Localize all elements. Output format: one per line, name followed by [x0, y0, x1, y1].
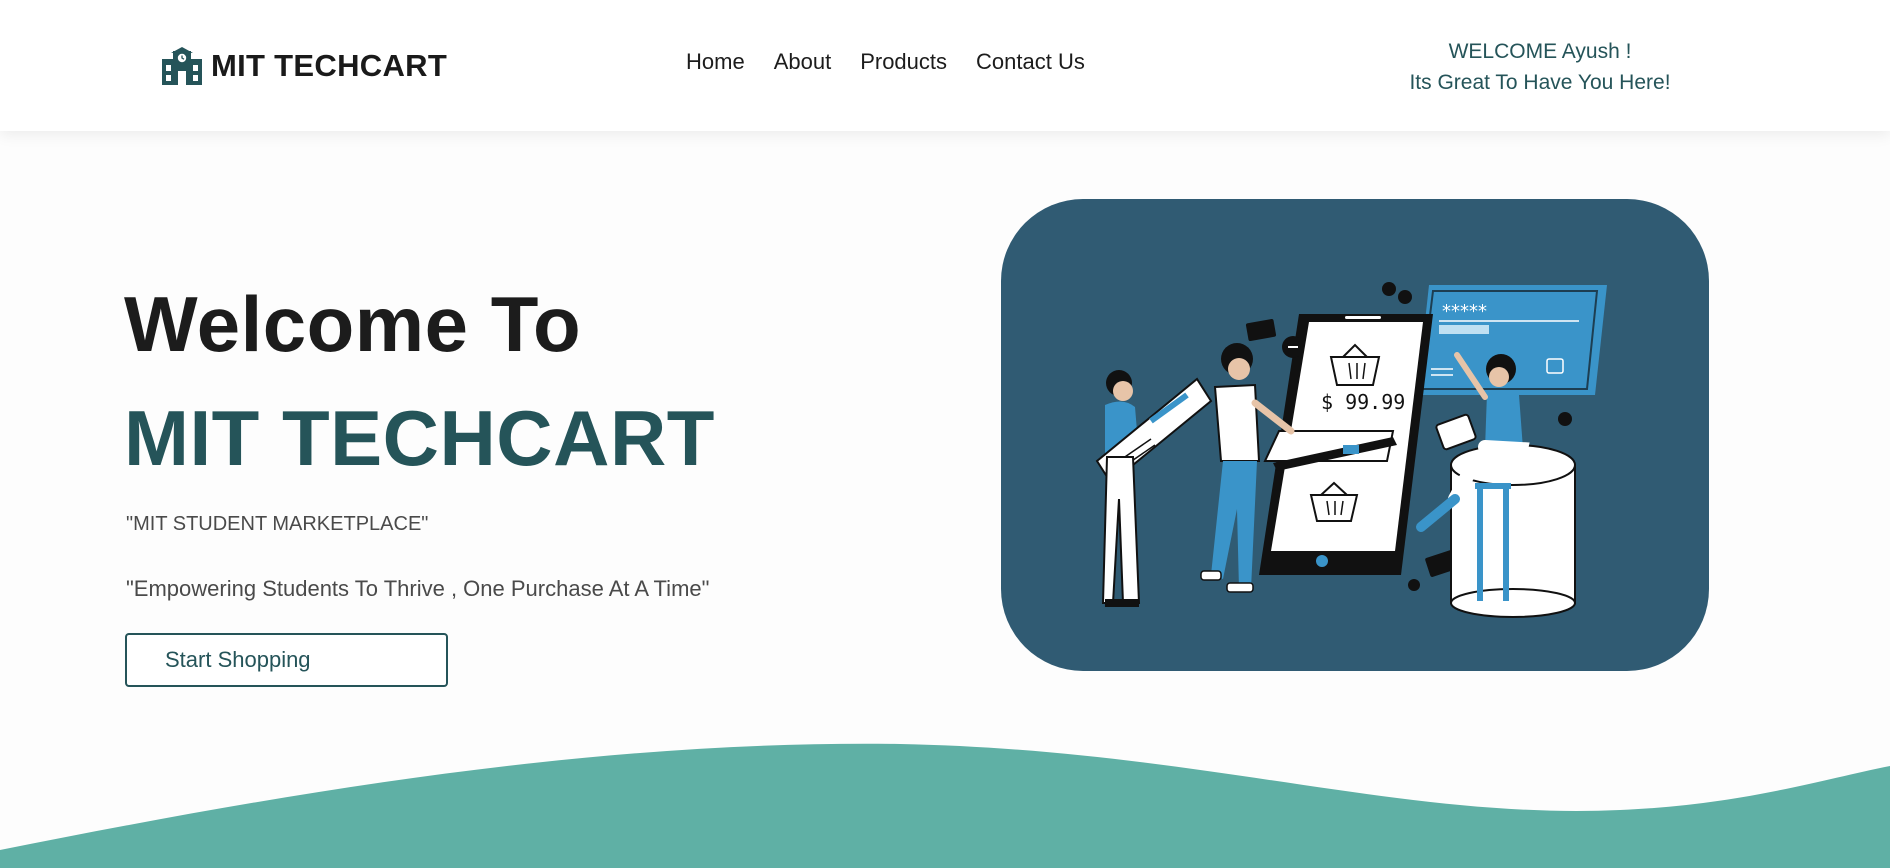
nav-link-contact-us[interactable]: Contact Us — [976, 49, 1085, 75]
user-greeting: WELCOME Ayush ! Its Great To Have You He… — [1360, 36, 1720, 98]
hero-illustration: ***** $ 99.99 — [1001, 199, 1709, 671]
site-header: MIT TECHCART Home About Products Contact… — [0, 0, 1890, 131]
welcome-user-text: WELCOME Ayush ! — [1448, 40, 1632, 63]
school-building-icon — [162, 47, 202, 85]
start-shopping-button[interactable]: Start Shopping — [125, 633, 448, 687]
password-mask-text: ***** — [1442, 301, 1487, 322]
nav-link-home[interactable]: Home — [686, 49, 745, 75]
welcome-subtext: Its Great To Have You Here! — [1409, 71, 1671, 94]
decorative-wave — [0, 743, 1890, 868]
hero-title-brand: MIT TECHCART — [124, 394, 715, 482]
main-nav: Home About Products Contact Us — [686, 49, 1085, 75]
nav-link-about[interactable]: About — [774, 49, 832, 75]
brand-name: MIT TECHCART — [211, 48, 448, 83]
nav-link-products[interactable]: Products — [860, 49, 947, 75]
hero-title-welcome: Welcome To — [124, 280, 582, 368]
hero-motto: "Empowering Students To Thrive , One Pur… — [126, 576, 710, 601]
price-text: $ 99.99 — [1321, 390, 1405, 414]
brand-logo[interactable]: MIT TECHCART — [162, 46, 447, 86]
hero-tagline: "MIT STUDENT MARKETPLACE" — [126, 513, 429, 535]
shopping-illustration: ***** $ 99.99 — [1001, 199, 1709, 671]
